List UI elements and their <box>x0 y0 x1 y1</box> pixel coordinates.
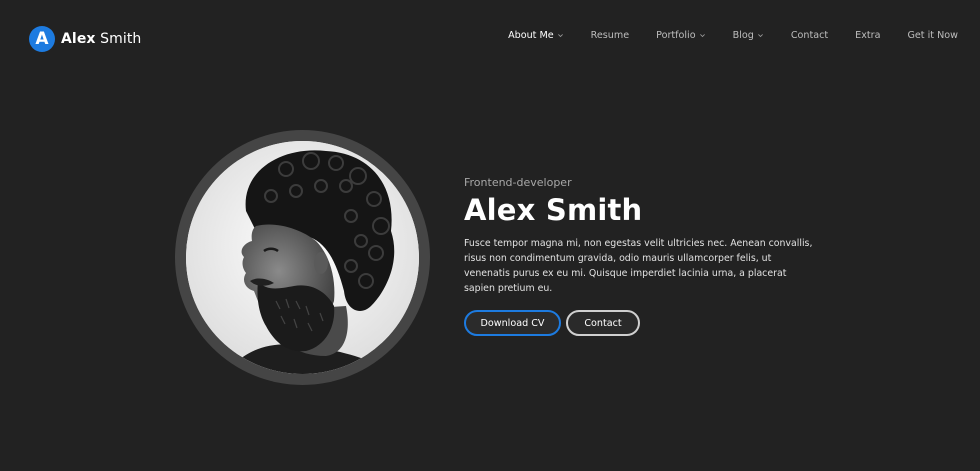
nav-item-about-me[interactable]: About Me <box>508 30 564 41</box>
logo[interactable]: A Alex Smith <box>29 26 141 52</box>
nav-item-resume[interactable]: Resume <box>591 30 629 41</box>
hero-buttons: Download CV Contact <box>464 310 824 336</box>
nav-item-blog[interactable]: Blog <box>733 30 764 41</box>
nav-item-label: Portfolio <box>656 30 696 41</box>
nav-item-portfolio[interactable]: Portfolio <box>656 30 705 41</box>
main-nav: About Me Resume Portfolio Blog Contact E… <box>481 30 958 41</box>
chevron-down-icon <box>699 34 705 38</box>
portrait-photo <box>186 141 419 374</box>
nav-item-label: Extra <box>855 30 881 41</box>
nav-item-label: Get it Now <box>907 30 958 41</box>
site-header: A Alex Smith About Me Resume Portfolio B… <box>0 0 980 78</box>
nav-item-label: Contact <box>790 30 829 41</box>
hero-bio: Fusce tempor magna mi, non egestas velit… <box>464 238 813 294</box>
chevron-down-icon <box>757 34 763 38</box>
hero-name: Alex Smith <box>464 193 643 227</box>
logo-first-name: Alex <box>61 31 96 47</box>
download-cv-button[interactable]: Download CV <box>464 310 561 336</box>
nav-item-label: About Me <box>508 30 554 41</box>
contact-button[interactable]: Contact <box>566 310 640 336</box>
nav-item-label: Blog <box>732 30 754 41</box>
logo-icon: A <box>29 26 55 52</box>
chevron-down-icon <box>557 34 563 38</box>
nav-item-contact[interactable]: Contact <box>791 30 828 41</box>
logo-last-name: Smith <box>100 31 142 47</box>
nav-item-extra[interactable]: Extra <box>855 30 880 41</box>
hero-subtitle: Frontend-developer <box>464 176 572 189</box>
avatar-frame <box>175 130 430 385</box>
nav-item-label: Resume <box>590 30 630 41</box>
hero-section: Frontend-developer Alex Smith Fusce temp… <box>464 176 824 336</box>
avatar <box>186 141 419 374</box>
logo-text: Alex Smith <box>61 31 141 47</box>
nav-item-get-it-now[interactable]: Get it Now <box>907 30 958 41</box>
